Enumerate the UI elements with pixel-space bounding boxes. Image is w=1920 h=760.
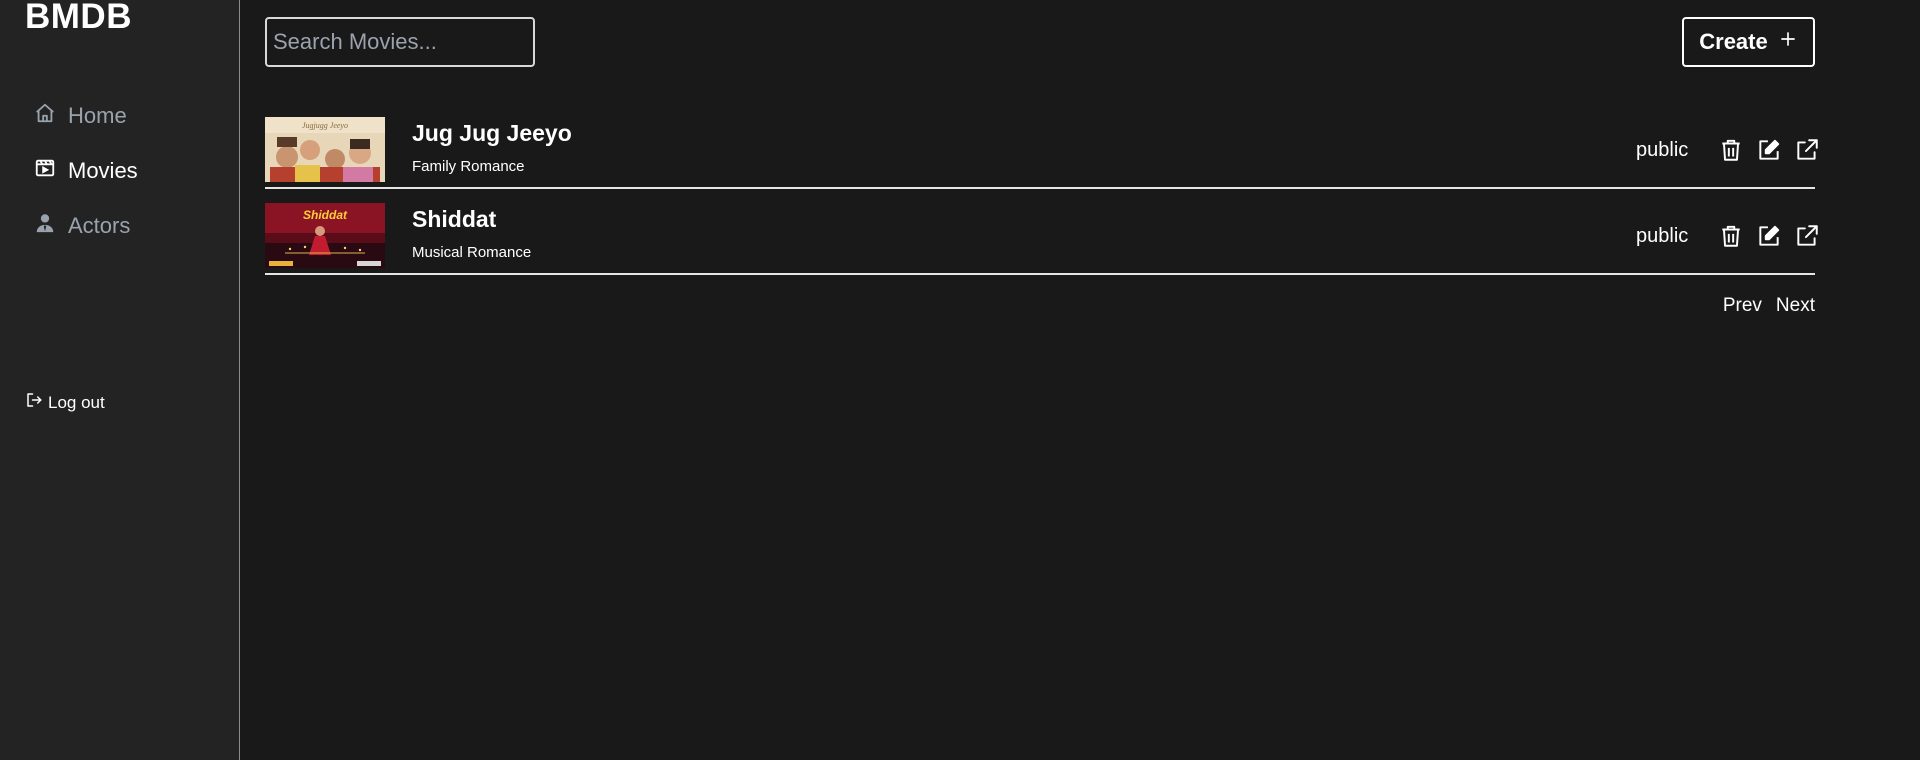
logout-label: Log out xyxy=(48,392,105,412)
status-badge: public xyxy=(1636,139,1689,161)
movie-list: Jugjugg Jeeyo Jug Jug Jeeyo Family Roman… xyxy=(265,117,1818,289)
movie-title[interactable]: Jug Jug Jeeyo xyxy=(412,120,572,147)
create-button-label: Create xyxy=(1699,29,1768,54)
svg-text:Jugjugg Jeeyo: Jugjugg Jeeyo xyxy=(302,121,348,130)
movie-row: Jugjugg Jeeyo Jug Jug Jeeyo Family Roman… xyxy=(265,117,1818,189)
create-button[interactable]: Create xyxy=(1682,17,1815,67)
main-content: Create Jugjugg Jeeyo xyxy=(240,0,1920,760)
movie-info: Shiddat Musical Romance xyxy=(412,203,531,261)
app-root: BMDB Home Movies Actors Log out Search M… xyxy=(0,0,1920,760)
sidebar-item-label: Home xyxy=(68,102,127,128)
logout-button[interactable]: Log out xyxy=(25,391,105,414)
sidebar-item-label: Movies xyxy=(68,157,138,183)
trash-icon[interactable] xyxy=(1718,223,1744,249)
sidebar-nav: Home Movies Actors xyxy=(34,88,138,253)
movie-row: Shiddat Shiddat Musical Romance public xyxy=(265,203,1818,275)
edit-icon[interactable] xyxy=(1756,223,1782,249)
search-input[interactable] xyxy=(265,17,535,67)
trash-icon[interactable] xyxy=(1718,137,1744,163)
brand-logo[interactable]: BMDB xyxy=(25,0,132,34)
user-tie-icon xyxy=(34,212,68,240)
movie-title[interactable]: Shiddat xyxy=(412,206,531,233)
sidebar: BMDB Home Movies Actors Log out xyxy=(0,0,240,760)
logout-icon xyxy=(25,391,48,414)
film-icon xyxy=(34,157,68,185)
sidebar-item-home[interactable]: Home xyxy=(34,88,138,143)
movie-info: Jug Jug Jeeyo Family Romance xyxy=(412,117,572,175)
pagination: Prev Next xyxy=(265,295,1815,317)
sidebar-item-label: Actors xyxy=(68,212,131,238)
movie-actions xyxy=(1718,223,1820,249)
plus-icon xyxy=(1778,29,1798,55)
home-icon xyxy=(34,102,68,130)
movie-genres: Family Romance xyxy=(412,158,525,175)
sidebar-item-actors[interactable]: Actors xyxy=(34,198,138,253)
next-button[interactable]: Next xyxy=(1776,295,1815,317)
external-link-icon[interactable] xyxy=(1794,223,1820,249)
status-badge: public xyxy=(1636,225,1689,247)
edit-icon[interactable] xyxy=(1756,137,1782,163)
movie-actions xyxy=(1718,137,1820,163)
movie-poster: Jugjugg Jeeyo xyxy=(265,117,385,182)
sidebar-item-movies[interactable]: Movies xyxy=(34,143,138,198)
prev-button[interactable]: Prev xyxy=(1723,295,1762,317)
movie-genres: Musical Romance xyxy=(412,244,532,261)
svg-text:Shiddat: Shiddat xyxy=(303,208,348,222)
movie-poster: Shiddat xyxy=(265,203,385,268)
external-link-icon[interactable] xyxy=(1794,137,1820,163)
